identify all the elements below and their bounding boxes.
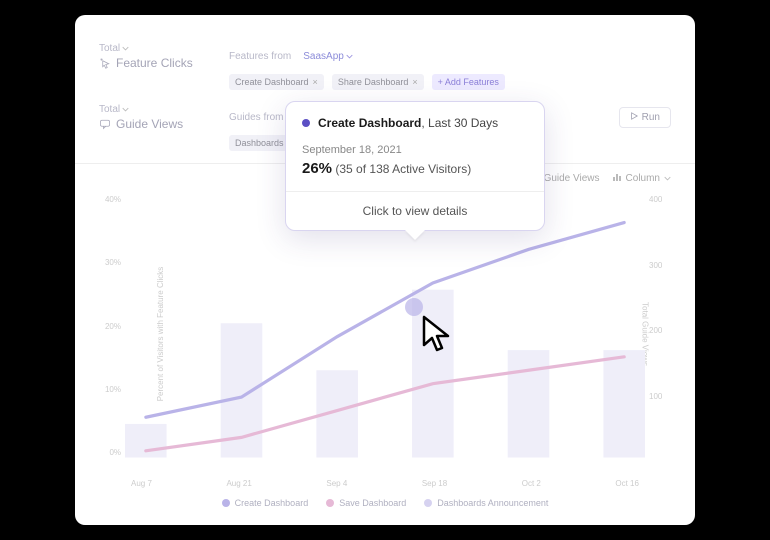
app-select-features[interactable]: SaasApp xyxy=(303,51,353,62)
features-from-label: Features from xyxy=(229,51,291,62)
play-icon xyxy=(630,112,638,123)
chevron-down-icon xyxy=(346,53,353,60)
legend-dot xyxy=(326,499,334,507)
legend-item[interactable]: Create Dashboard xyxy=(222,498,309,508)
tooltip-dot xyxy=(302,119,310,127)
run-button[interactable]: Run xyxy=(619,107,671,128)
chart-legend: Create Dashboard Save Dashboard Dashboar… xyxy=(99,498,671,508)
column-icon xyxy=(612,172,622,185)
x-axis: Aug 7Aug 21Sep 4Sep 18Oct 2Oct 16 xyxy=(125,479,645,488)
guides-from-label: Guides from xyxy=(229,112,283,123)
guide-views-metric: Guide Views xyxy=(99,117,219,131)
tooltip-date: September 18, 2021 xyxy=(302,144,528,156)
legend-item[interactable]: Save Dashboard xyxy=(326,498,406,508)
legend-item[interactable]: Dashboards Announcement xyxy=(424,498,548,508)
feature-chips-row: Create Dashboard× Share Dashboard× + Add… xyxy=(99,74,671,90)
close-icon[interactable]: × xyxy=(313,77,318,87)
total-dropdown-features[interactable]: Total xyxy=(99,43,219,54)
chat-icon xyxy=(99,118,111,130)
chevron-down-icon xyxy=(122,106,129,113)
plot-canvas[interactable] xyxy=(125,189,645,479)
chart-type-select[interactable]: Column xyxy=(612,172,671,185)
chart-area: Percent of Visitors with Feature Clicks … xyxy=(99,189,671,479)
chip-share-dashboard[interactable]: Share Dashboard× xyxy=(332,74,424,90)
chevron-down-icon xyxy=(122,45,129,52)
cursor-click-icon xyxy=(99,57,111,69)
chevron-down-icon xyxy=(664,175,671,182)
feature-clicks-metric: Feature Clicks xyxy=(99,56,219,70)
add-features-button[interactable]: + Add Features xyxy=(432,74,505,90)
chart-tooltip[interactable]: Create Dashboard, Last 30 Days September… xyxy=(285,101,545,231)
tooltip-cta[interactable]: Click to view details xyxy=(286,191,544,230)
close-icon[interactable]: × xyxy=(412,77,417,87)
features-row: Total Feature Clicks Features from SaasA… xyxy=(99,43,671,70)
data-point-highlight xyxy=(405,298,423,316)
legend-dot xyxy=(222,499,230,507)
legend-dot xyxy=(424,499,432,507)
y-axis-left: 40%30%20%10%0% xyxy=(99,189,125,479)
total-dropdown-guides[interactable]: Total xyxy=(99,104,219,115)
analytics-card: Total Feature Clicks Features from SaasA… xyxy=(75,15,695,525)
chip-create-dashboard[interactable]: Create Dashboard× xyxy=(229,74,324,90)
cursor-pointer-icon xyxy=(420,315,454,360)
